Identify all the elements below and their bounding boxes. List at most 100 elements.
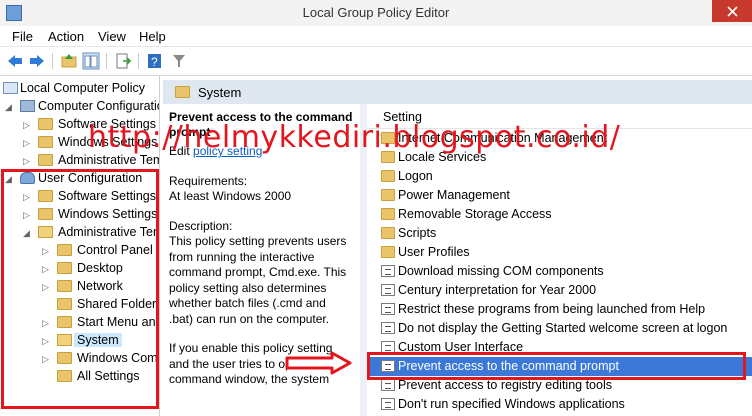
folder-icon	[57, 352, 72, 364]
section-header: System	[163, 80, 752, 104]
folder-icon	[57, 298, 72, 310]
folder-icon	[381, 246, 395, 258]
filter-icon[interactable]	[170, 52, 188, 70]
folder-icon	[57, 280, 72, 292]
toolbar-separator	[106, 53, 107, 69]
collapsed-arrow-icon[interactable]: ▷	[42, 332, 52, 350]
menu-action[interactable]: Action	[48, 29, 84, 44]
section-title: System	[198, 85, 242, 100]
window-title: Local Group Policy Editor	[302, 5, 450, 20]
folder-icon	[57, 244, 72, 256]
folder-icon	[175, 86, 190, 98]
folder-icon	[381, 227, 395, 239]
collapsed-arrow-icon[interactable]: ▷	[23, 116, 33, 134]
policy-icon	[3, 82, 18, 94]
tree-item-user-configuration[interactable]: ◢ User Configuration	[0, 170, 159, 188]
collapsed-arrow-icon[interactable]: ▷	[23, 206, 33, 224]
list-item[interactable]: Prevent access to registry editing tools	[367, 376, 752, 395]
description-text: This policy setting prevents users from …	[169, 234, 347, 326]
list-item[interactable]: Power Management	[367, 186, 752, 205]
requirements-label: Requirements:	[169, 173, 248, 188]
folder-icon	[381, 170, 395, 182]
list-item[interactable]: Removable Storage Access	[367, 205, 752, 224]
list-item[interactable]: Custom User Interface	[367, 338, 752, 357]
close-button[interactable]	[712, 0, 752, 22]
folder-icon	[38, 208, 53, 220]
collapsed-arrow-icon[interactable]: ▷	[23, 134, 33, 152]
forward-arrow-icon[interactable]	[28, 52, 46, 70]
tree-item-start-menu[interactable]: ▷ Start Menu and Taskbar	[0, 314, 159, 332]
tree-item-system[interactable]: ▷ System	[0, 332, 159, 350]
collapsed-arrow-icon[interactable]: ▷	[23, 188, 33, 206]
tree-item-shared-folders[interactable]: Shared Folders	[0, 296, 159, 314]
policy-setting-icon	[381, 360, 395, 372]
menu-view[interactable]: View	[98, 29, 126, 44]
toolbar-separator	[138, 53, 139, 69]
tree-item-control-panel[interactable]: ▷ Control Panel	[0, 242, 159, 260]
description-label: Description:	[169, 218, 233, 233]
menu-bar: File Action View Help	[0, 26, 752, 47]
policy-setting-icon	[381, 322, 395, 334]
list-item[interactable]: Scripts	[367, 224, 752, 243]
up-folder-icon[interactable]	[60, 52, 78, 70]
show-hide-tree-icon[interactable]	[82, 52, 100, 70]
computer-icon	[20, 100, 35, 112]
collapsed-arrow-icon[interactable]: ▷	[42, 350, 52, 368]
policy-setting-icon	[381, 265, 395, 277]
list-item[interactable]: User Profiles	[367, 243, 752, 262]
title-bar: Local Group Policy Editor	[0, 0, 752, 26]
tree-item-uc-administrative-templates[interactable]: ◢ Administrative Templates	[0, 224, 159, 242]
folder-icon	[38, 136, 53, 148]
collapsed-arrow-icon[interactable]: ▷	[42, 278, 52, 296]
tree-item-network[interactable]: ▷ Network	[0, 278, 159, 296]
folder-icon	[57, 316, 72, 328]
tree-item-computer-configuration[interactable]: ◢ Computer Configuration	[0, 98, 159, 116]
toolbar: ?	[0, 47, 752, 76]
tree-item-uc-windows-settings[interactable]: ▷ Windows Settings	[0, 206, 159, 224]
expanded-arrow-icon[interactable]: ◢	[5, 98, 15, 116]
menu-help[interactable]: Help	[139, 29, 166, 44]
open-folder-icon	[57, 334, 72, 346]
back-arrow-icon[interactable]	[6, 52, 24, 70]
menu-file[interactable]: File	[12, 29, 33, 44]
policy-setting-icon	[381, 284, 395, 296]
folder-icon	[57, 370, 72, 382]
tree-item-desktop[interactable]: ▷ Desktop	[0, 260, 159, 278]
tree-item-windows-components[interactable]: ▷ Windows Components	[0, 350, 159, 368]
list-item[interactable]: Do not display the Getting Started welco…	[367, 319, 752, 338]
policy-setting-icon	[381, 398, 395, 410]
tree-item-all-settings[interactable]: All Settings	[0, 368, 159, 386]
collapsed-arrow-icon[interactable]: ▷	[42, 242, 52, 260]
collapsed-arrow-icon[interactable]: ▷	[42, 260, 52, 278]
user-icon	[20, 172, 35, 184]
export-list-icon[interactable]	[114, 52, 132, 70]
list-item[interactable]: Download missing COM components	[367, 262, 752, 281]
expanded-arrow-icon[interactable]: ◢	[5, 170, 15, 188]
folder-icon	[38, 190, 53, 202]
pointer-arrow-icon	[285, 351, 352, 375]
policy-setting-icon	[381, 379, 395, 391]
help-icon[interactable]: ?	[146, 52, 164, 70]
policy-setting-icon	[381, 341, 395, 353]
folder-icon	[38, 118, 53, 130]
list-item[interactable]: Century interpretation for Year 2000	[367, 281, 752, 300]
collapsed-arrow-icon[interactable]: ▷	[23, 152, 33, 170]
list-item[interactable]: Logon	[367, 167, 752, 186]
list-item[interactable]: Don't run specified Windows applications	[367, 395, 752, 414]
tree-item-uc-software-settings[interactable]: ▷ Software Settings	[0, 188, 159, 206]
folder-icon	[57, 262, 72, 274]
svg-text:?: ?	[151, 55, 158, 69]
close-icon	[727, 6, 738, 17]
watermark-text: http://helmykkediri.blogspot.co.id/	[88, 120, 621, 155]
open-folder-icon	[38, 226, 53, 238]
toolbar-separator	[52, 53, 53, 69]
folder-icon	[381, 208, 395, 220]
list-item-selected[interactable]: Prevent access to the command prompt	[367, 357, 752, 376]
folder-icon	[381, 189, 395, 201]
expanded-arrow-icon[interactable]: ◢	[23, 224, 33, 242]
list-item[interactable]: Restrict these programs from being launc…	[367, 300, 752, 319]
folder-icon	[38, 154, 53, 166]
tree-item-local-computer-policy[interactable]: Local Computer Policy	[0, 80, 159, 98]
collapsed-arrow-icon[interactable]: ▷	[42, 314, 52, 332]
requirements-value: At least Windows 2000	[169, 189, 292, 203]
